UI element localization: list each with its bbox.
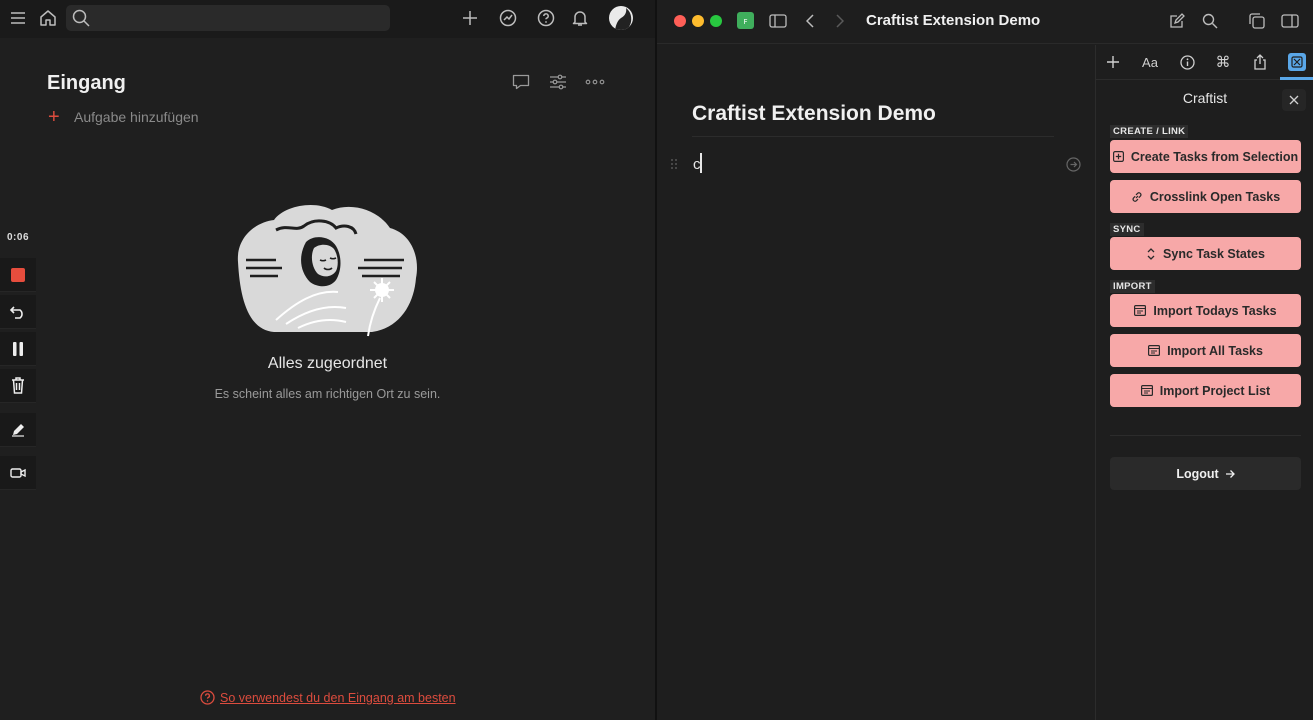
- panel-title: Craftist: [1182, 90, 1228, 106]
- craftist-panel: Aa ⌘ Craftist CREATE / LINK Create Tasks…: [1095, 45, 1313, 720]
- search-icon[interactable]: [1200, 11, 1220, 31]
- block-action-icon[interactable]: [1064, 155, 1082, 173]
- video-camera-icon: [10, 467, 26, 479]
- inbox-help-link[interactable]: So verwendest du den Eingang am besten: [200, 690, 456, 705]
- text-cursor: [700, 153, 702, 173]
- forward-icon[interactable]: [832, 11, 848, 31]
- drag-handle-icon[interactable]: [668, 156, 680, 172]
- empty-state-description: Es scheint alles am richtigen Ort zu sei…: [214, 387, 441, 401]
- camera-toggle-button[interactable]: [0, 456, 36, 490]
- view-settings-icon[interactable]: [547, 72, 569, 92]
- panel-tab-bar: Aa ⌘: [1096, 45, 1313, 80]
- craft-pane: F Craftist Extension Demo Craftist Exten…: [657, 0, 1313, 720]
- close-panel-button[interactable]: [1282, 89, 1306, 111]
- todoist-pane: Eingang + Aufgabe hinzufügen Alles zugeo…: [0, 0, 655, 720]
- undo-icon: [9, 305, 27, 319]
- new-document-icon[interactable]: [1167, 11, 1187, 31]
- inbox-help-link-text: So verwendest du den Eingang am besten: [220, 690, 456, 705]
- restart-recording-button[interactable]: [0, 295, 36, 329]
- active-tab-indicator: [1280, 77, 1313, 80]
- section-label-sync: SYNC: [1110, 223, 1144, 236]
- productivity-icon[interactable]: [497, 7, 519, 29]
- logout-button[interactable]: Logout: [1110, 457, 1301, 490]
- question-circle-icon: [200, 690, 215, 705]
- pause-recording-button[interactable]: [0, 332, 36, 366]
- text-style-icon[interactable]: Aa: [1139, 53, 1161, 71]
- info-icon[interactable]: [1178, 53, 1196, 71]
- crosslink-label: Crosslink Open Tasks: [1149, 189, 1281, 204]
- stop-recording-button[interactable]: [0, 258, 36, 292]
- panel-divider: [1110, 435, 1301, 436]
- window-title: Craftist Extension Demo: [866, 12, 1041, 29]
- search-icon: [72, 9, 90, 27]
- command-icon[interactable]: ⌘: [1214, 53, 1232, 71]
- zoom-window-button[interactable]: [710, 15, 722, 27]
- avatar[interactable]: [609, 6, 633, 30]
- section-label-import: IMPORT: [1110, 280, 1155, 293]
- share-icon[interactable]: [1251, 53, 1269, 71]
- annotate-button[interactable]: [0, 413, 36, 447]
- bell-icon[interactable]: [569, 7, 591, 29]
- arrow-right-icon: [1225, 469, 1235, 479]
- home-icon[interactable]: [37, 7, 59, 29]
- create-tasks-button[interactable]: Create Tasks from Selection: [1110, 140, 1301, 173]
- help-icon[interactable]: [535, 7, 557, 29]
- crosslink-button[interactable]: Crosslink Open Tasks: [1110, 180, 1301, 213]
- search-input[interactable]: [66, 5, 390, 31]
- sort-arrows-icon: [1146, 247, 1156, 260]
- empty-state-title: Alles zugeordnet: [267, 355, 388, 372]
- comment-icon[interactable]: [510, 72, 532, 92]
- minimize-window-button[interactable]: [692, 15, 704, 27]
- right-sidebar-toggle-icon[interactable]: [1280, 11, 1300, 31]
- craftist-extension-icon[interactable]: [1288, 53, 1306, 71]
- svg-text:F: F: [743, 18, 747, 25]
- logout-label: Logout: [1176, 466, 1219, 481]
- delete-recording-button[interactable]: [0, 369, 36, 403]
- page-title: Eingang: [47, 72, 126, 94]
- import-todays-label: Import Todays Tasks: [1153, 303, 1277, 318]
- calendar-icon: [1140, 385, 1153, 396]
- import-projects-label: Import Project List: [1159, 383, 1271, 398]
- add-icon[interactable]: [460, 8, 480, 28]
- close-window-button[interactable]: [674, 15, 686, 27]
- stop-icon: [10, 267, 26, 283]
- craft-title-bar: F Craftist Extension Demo: [657, 0, 1313, 44]
- section-label-create-link: CREATE / LINK: [1110, 125, 1189, 138]
- import-projects-button[interactable]: Import Project List: [1110, 374, 1301, 407]
- import-all-button[interactable]: Import All Tasks: [1110, 334, 1301, 367]
- calendar-icon: [1148, 345, 1161, 356]
- close-icon: [1289, 95, 1299, 105]
- back-icon[interactable]: [802, 11, 818, 31]
- todoist-top-bar: [0, 0, 655, 38]
- calendar-icon: [1134, 305, 1147, 316]
- create-tasks-label: Create Tasks from Selection: [1130, 149, 1299, 164]
- pause-icon: [12, 341, 24, 356]
- more-icon[interactable]: [584, 72, 606, 92]
- import-all-label: Import All Tasks: [1167, 343, 1263, 358]
- add-icon[interactable]: [1104, 53, 1122, 71]
- space-icon[interactable]: F: [737, 12, 754, 29]
- import-todays-button[interactable]: Import Todays Tasks: [1110, 294, 1301, 327]
- sync-states-button[interactable]: Sync Task States: [1110, 237, 1301, 270]
- plus-icon: +: [48, 106, 60, 128]
- empty-state-illustration: [236, 202, 417, 338]
- link-icon: [1131, 191, 1143, 203]
- plus-square-icon: [1112, 151, 1124, 162]
- menu-icon[interactable]: [8, 8, 28, 28]
- pen-icon: [11, 423, 25, 437]
- title-divider: [692, 136, 1054, 137]
- add-task-button[interactable]: + Aufgabe hinzufügen: [48, 106, 199, 128]
- trash-icon: [11, 377, 25, 394]
- copy-windows-icon[interactable]: [1247, 11, 1267, 31]
- document-title[interactable]: Craftist Extension Demo: [692, 102, 936, 126]
- sidebar-toggle-icon[interactable]: [768, 11, 788, 31]
- sync-states-label: Sync Task States: [1163, 246, 1265, 261]
- recording-timer: 0:06: [6, 232, 29, 243]
- add-task-label: Aufgabe hinzufügen: [74, 109, 199, 125]
